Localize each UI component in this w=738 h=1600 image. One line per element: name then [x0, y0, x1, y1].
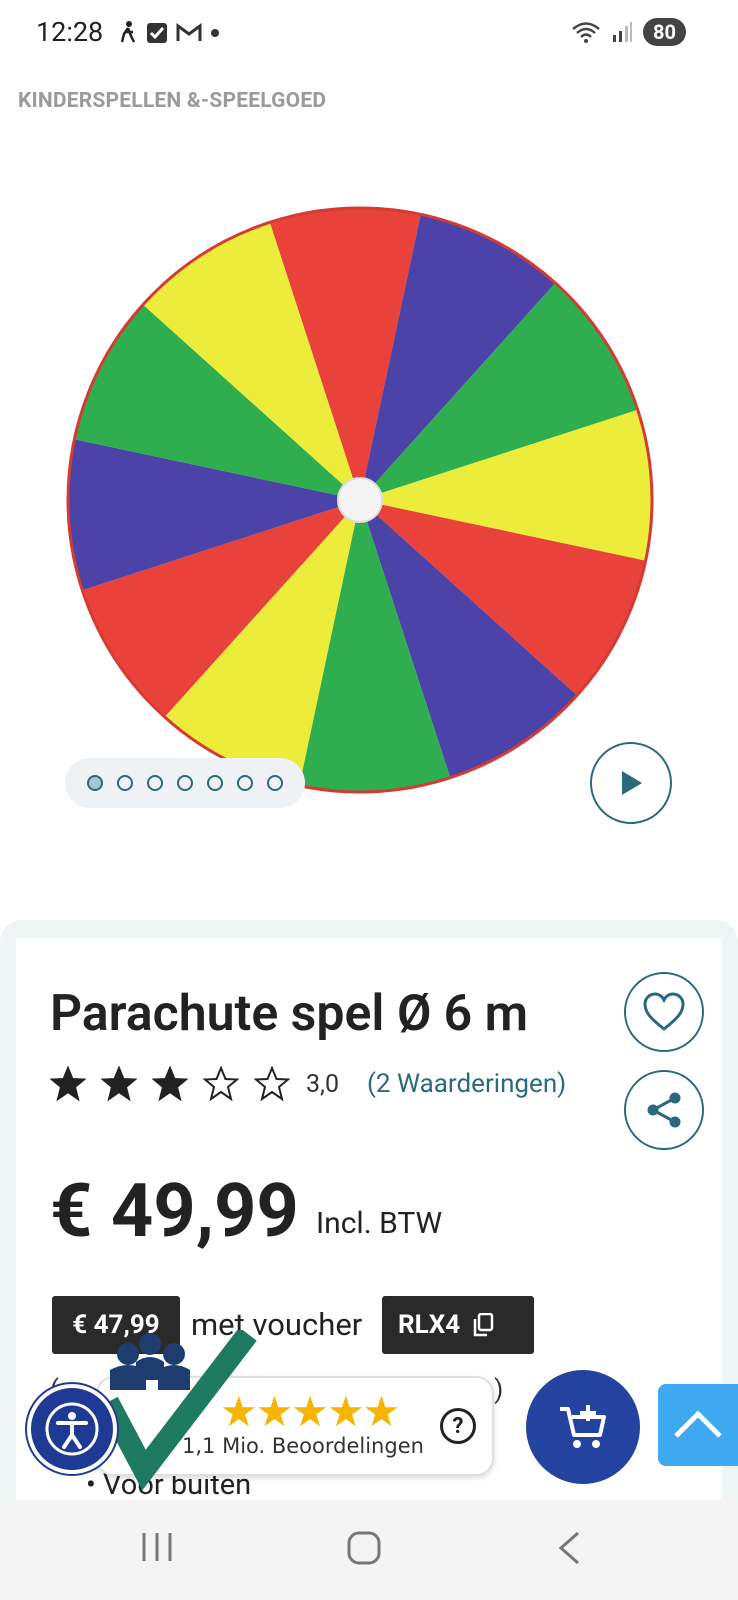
status-icons-right: 80 — [571, 18, 686, 46]
parachute-center — [337, 477, 383, 523]
system-navigation-bar — [0, 1500, 738, 1600]
gallery-dot[interactable] — [177, 775, 193, 791]
walk-icon — [120, 21, 136, 43]
check-box-icon — [147, 23, 167, 43]
voucher-code: RLX4 — [398, 1310, 461, 1340]
play-video-button[interactable] — [590, 742, 672, 824]
chevron-up-icon — [674, 1410, 722, 1438]
wifi-icon — [572, 22, 600, 43]
product-image[interactable] — [60, 200, 680, 820]
gallery-dot[interactable] — [147, 775, 163, 791]
reviews-link[interactable]: (2 Waarderingen) — [367, 1069, 566, 1099]
star-filled-icon — [50, 1066, 86, 1102]
breadcrumb-current[interactable]: KINDERSPELLEN &-SPEELGOED — [18, 89, 326, 113]
gallery-dot[interactable] — [207, 775, 223, 791]
play-icon — [622, 771, 642, 795]
gallery-pagination — [65, 758, 305, 808]
back-icon[interactable] — [556, 1530, 582, 1566]
rating-row: 3,0 (2 Waarderingen) — [50, 1066, 566, 1102]
rating-value: 3,0 — [306, 1069, 340, 1099]
gallery-dot[interactable] — [237, 775, 253, 791]
share-icon — [647, 1092, 681, 1128]
accessibility-icon — [45, 1402, 99, 1456]
add-to-cart-button[interactable] — [526, 1370, 640, 1484]
dot-icon — [211, 29, 219, 37]
add-to-cart-icon — [560, 1405, 606, 1448]
home-button-icon[interactable] — [346, 1530, 382, 1566]
star-empty-icon — [203, 1066, 239, 1102]
gallery-dot[interactable] — [267, 775, 283, 791]
trust-stars: ★★★★★ — [220, 1388, 400, 1437]
rating-stars — [50, 1066, 290, 1102]
trust-reviews-count: 1,1 Mio. Beoordelingen — [182, 1434, 424, 1458]
vat-label: Incl. BTW — [316, 1206, 443, 1241]
product-title: Parachute spel Ø 6 m — [50, 985, 529, 1043]
star-filled-icon — [152, 1066, 188, 1102]
gallery-dot[interactable] — [117, 775, 133, 791]
gallery-dot[interactable] — [87, 775, 103, 791]
accessibility-button[interactable] — [27, 1384, 117, 1474]
status-time: 12:28 — [36, 16, 104, 48]
product-price: € 49,99 — [50, 1168, 299, 1255]
star-filled-icon — [101, 1066, 137, 1102]
status-icons-left — [118, 20, 220, 46]
recent-apps-icon[interactable] — [140, 1530, 174, 1564]
gmail-icon — [176, 23, 202, 41]
signal-icon — [613, 22, 633, 42]
star-empty-icon — [254, 1066, 290, 1102]
help-icon[interactable]: ? — [440, 1408, 476, 1444]
favorite-button[interactable] — [624, 972, 704, 1052]
scroll-to-top-button[interactable] — [658, 1384, 738, 1466]
copy-icon — [473, 1313, 494, 1337]
status-bar: 12:28 80 — [0, 0, 738, 60]
heart-icon — [643, 992, 685, 1031]
voucher-code-button[interactable]: RLX4 — [382, 1296, 534, 1354]
battery-indicator: 80 — [643, 18, 686, 46]
share-button[interactable] — [624, 1070, 704, 1150]
